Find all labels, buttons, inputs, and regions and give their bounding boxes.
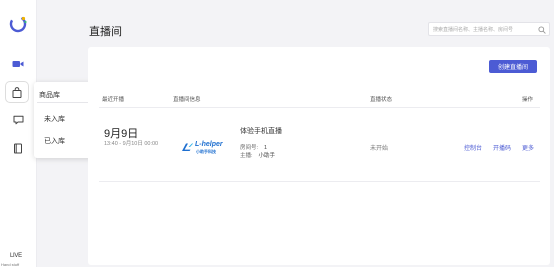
bottom-logo: LIVE [10, 253, 22, 259]
column-header-recent: 最近开播 [102, 97, 125, 103]
brand-subtitle: 小助手科技 [196, 149, 216, 154]
more-link[interactable]: 更多 [522, 143, 534, 152]
room-host: 主播: 小助手 [240, 151, 275, 159]
flyout-item-stocked[interactable]: 已入库 [44, 136, 65, 146]
sidebar-item-docs[interactable] [10, 140, 26, 156]
status-badge: 未开始 [370, 146, 389, 152]
brand-name: L-helper [195, 141, 223, 148]
host-label: 主播: [240, 153, 253, 159]
create-live-room-button[interactable]: 创建直播间 [489, 60, 537, 73]
video-icon [12, 61, 24, 67]
room-cover-logo: L-helper 小助手科技 [181, 141, 223, 155]
bottom-caption: Hand stuff [1, 262, 20, 267]
console-link[interactable]: 控制台 [464, 143, 482, 152]
sidebar: LIVE Hand stuff [0, 0, 37, 267]
page-title: 直播间 [89, 26, 122, 38]
search-icon[interactable] [538, 26, 546, 34]
search-box[interactable] [428, 22, 550, 36]
host-value: 小助手 [258, 153, 276, 159]
sidebar-item-products[interactable] [6, 82, 28, 102]
sidebar-item-live[interactable] [10, 56, 26, 72]
flyout-title: 商品库 [39, 92, 60, 99]
live-room-panel: 创建直播间 最近开播 直播间信息 直播状态 操作 9月9日 13:40 - 9月… [88, 47, 550, 265]
app-logo-icon[interactable] [8, 14, 28, 34]
flyout-item-not-stocked[interactable]: 未入库 [44, 114, 65, 124]
book-icon [14, 143, 22, 153]
sidebar-item-messages[interactable] [10, 112, 26, 128]
room-number: 房间号: 1 [240, 143, 267, 151]
chat-icon [13, 115, 23, 125]
table-header-divider [99, 107, 540, 108]
search-input[interactable] [433, 25, 537, 34]
shopping-bag-icon [12, 86, 22, 98]
column-header-status: 直播状态 [370, 97, 393, 103]
column-header-actions: 操作 [522, 97, 534, 103]
column-header-room-info: 直播间信息 [173, 97, 201, 103]
table-row-divider [99, 181, 540, 182]
brand-mark-icon [182, 143, 194, 151]
broadcast-code-link[interactable]: 开播码 [493, 143, 511, 152]
row-time-range: 13:40 - 9月10日 00:00 [104, 141, 159, 147]
room-name: 体验手机直播 [240, 128, 282, 135]
